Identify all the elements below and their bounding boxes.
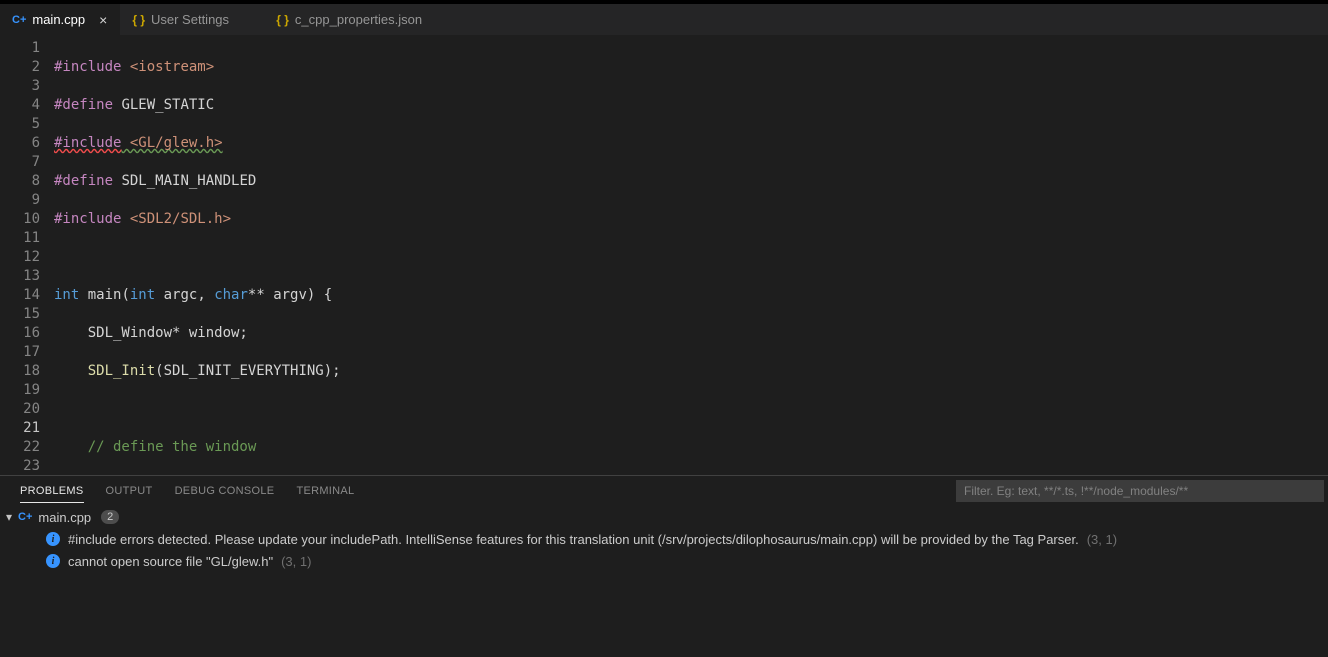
cpp-icon: C+ <box>18 511 32 523</box>
cpp-icon: C+ <box>12 14 26 26</box>
panel-tab-problems[interactable]: PROBLEMS <box>20 485 84 503</box>
panel-tab-output[interactable]: OUTPUT <box>106 485 153 497</box>
bottom-panel: PROBLEMS OUTPUT DEBUG CONSOLE TERMINAL ▾… <box>0 475 1328 657</box>
tab-label: main.cpp <box>32 12 85 27</box>
info-icon: i <box>46 554 60 568</box>
code-area[interactable]: #include <iostream> #define GLEW_STATIC … <box>54 35 1328 475</box>
editor-tab-bar: C+ main.cpp × { } User Settings × { } c_… <box>0 4 1328 35</box>
panel-tab-terminal[interactable]: TERMINAL <box>296 485 354 497</box>
problems-file-row[interactable]: ▾ C+ main.cpp 2 <box>0 506 1328 528</box>
problems-list: ▾ C+ main.cpp 2 i #include errors detect… <box>0 506 1328 657</box>
problems-filter-input[interactable] <box>956 480 1324 502</box>
tab-user-settings[interactable]: { } User Settings × <box>120 4 264 35</box>
info-icon: i <box>46 532 60 546</box>
code-editor[interactable]: 1234 5678 9101112 13141516 17181920 2122… <box>0 35 1328 475</box>
line-number-gutter: 1234 5678 9101112 13141516 17181920 2122… <box>0 35 54 475</box>
problems-file-name: main.cpp <box>38 510 91 525</box>
json-icon: { } <box>276 13 289 27</box>
tab-label: User Settings <box>151 12 229 27</box>
problem-item[interactable]: i #include errors detected. Please updat… <box>0 528 1328 550</box>
tab-c-cpp-properties[interactable]: { } c_cpp_properties.json × <box>264 4 457 35</box>
panel-tab-debug-console[interactable]: DEBUG CONSOLE <box>175 485 275 497</box>
chevron-down-icon: ▾ <box>6 510 12 524</box>
problem-location: (3, 1) <box>1087 532 1117 547</box>
tab-label: c_cpp_properties.json <box>295 12 422 27</box>
problem-message: cannot open source file "GL/glew.h" <box>68 554 273 569</box>
panel-tab-bar: PROBLEMS OUTPUT DEBUG CONSOLE TERMINAL <box>0 476 1328 506</box>
problem-message: #include errors detected. Please update … <box>68 532 1079 547</box>
problem-location: (3, 1) <box>281 554 311 569</box>
problem-item[interactable]: i cannot open source file "GL/glew.h" (3… <box>0 550 1328 572</box>
close-icon[interactable]: × <box>99 12 107 28</box>
tab-main-cpp[interactable]: C+ main.cpp × <box>0 4 120 35</box>
problems-count-badge: 2 <box>101 510 119 524</box>
json-icon: { } <box>132 13 145 27</box>
